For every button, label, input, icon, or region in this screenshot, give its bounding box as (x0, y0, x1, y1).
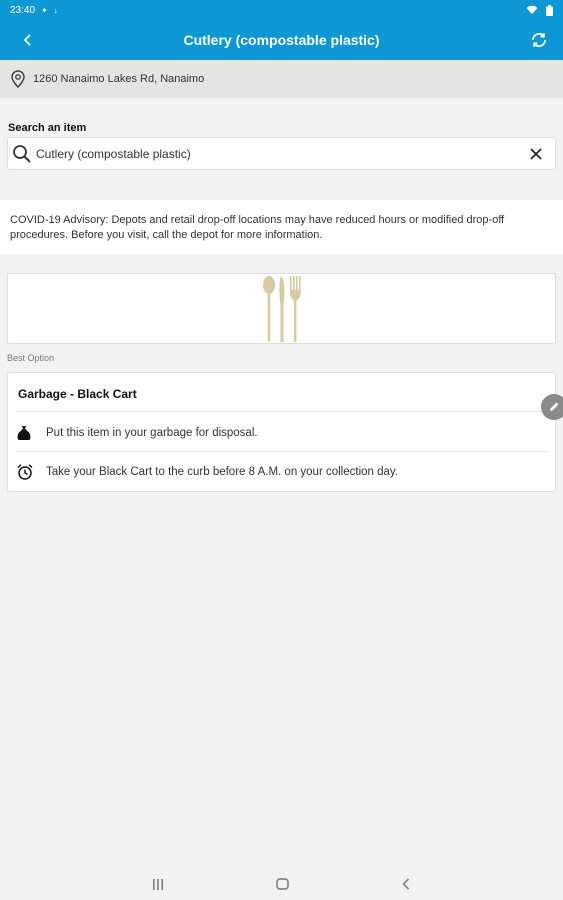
status-time: 23:40 (10, 4, 36, 16)
location-bar[interactable]: 1260 Nanaimo Lakes Rd, Nanaimo (0, 60, 563, 98)
system-nav-bar (0, 868, 563, 900)
refresh-icon (532, 33, 546, 47)
option-row: Take your Black Cart to the curb before … (16, 462, 398, 482)
home-icon (275, 878, 289, 890)
home-button[interactable] (270, 874, 294, 894)
best-option-label: Best Option (7, 353, 55, 363)
search-box[interactable] (7, 137, 556, 170)
option-row-text: Take your Black Cart to the curb before … (46, 466, 398, 478)
option-row-text: Put this item in your garbage for dispos… (46, 427, 258, 439)
chevron-left-icon (402, 878, 410, 890)
wifi-icon (526, 5, 538, 14)
app-bar: Cutlery (compostable plastic) (0, 20, 563, 60)
download-icon: ↓ (53, 5, 58, 15)
system-back-button[interactable] (394, 874, 418, 894)
item-image-card (7, 273, 556, 344)
search-icon (13, 144, 31, 163)
page-title: Cutlery (compostable plastic) (183, 32, 380, 48)
status-bar: 23:40 ✦ ↓ (0, 0, 563, 20)
option-title: Garbage - Black Cart (18, 387, 137, 401)
recent-apps-button[interactable] (146, 874, 170, 894)
edit-fab-button[interactable] (541, 394, 563, 420)
search-input[interactable] (36, 146, 521, 161)
location-pin-icon (11, 70, 25, 88)
battery-icon (546, 4, 553, 16)
alarm-clock-icon (16, 463, 38, 481)
best-option-card: Garbage - Black Cart Put this item in yo… (7, 372, 556, 492)
location-address: 1260 Nanaimo Lakes Rd, Nanaimo (33, 73, 205, 85)
divider (16, 451, 547, 452)
cutlery-image (262, 275, 301, 342)
search-label: Search an item (8, 122, 87, 134)
close-icon (530, 147, 542, 160)
garbage-bag-icon (16, 425, 38, 441)
recent-apps-icon (153, 878, 163, 890)
covid-advisory: COVID-19 Advisory: Depots and retail dro… (0, 200, 563, 254)
chevron-left-icon (23, 34, 31, 46)
divider (16, 411, 547, 412)
back-button[interactable] (16, 28, 40, 52)
clear-search-button[interactable] (521, 139, 551, 169)
refresh-button[interactable] (527, 28, 551, 52)
notification-icon: ✦ (41, 5, 48, 15)
pencil-icon (550, 402, 559, 411)
option-row: Put this item in your garbage for dispos… (16, 423, 258, 443)
